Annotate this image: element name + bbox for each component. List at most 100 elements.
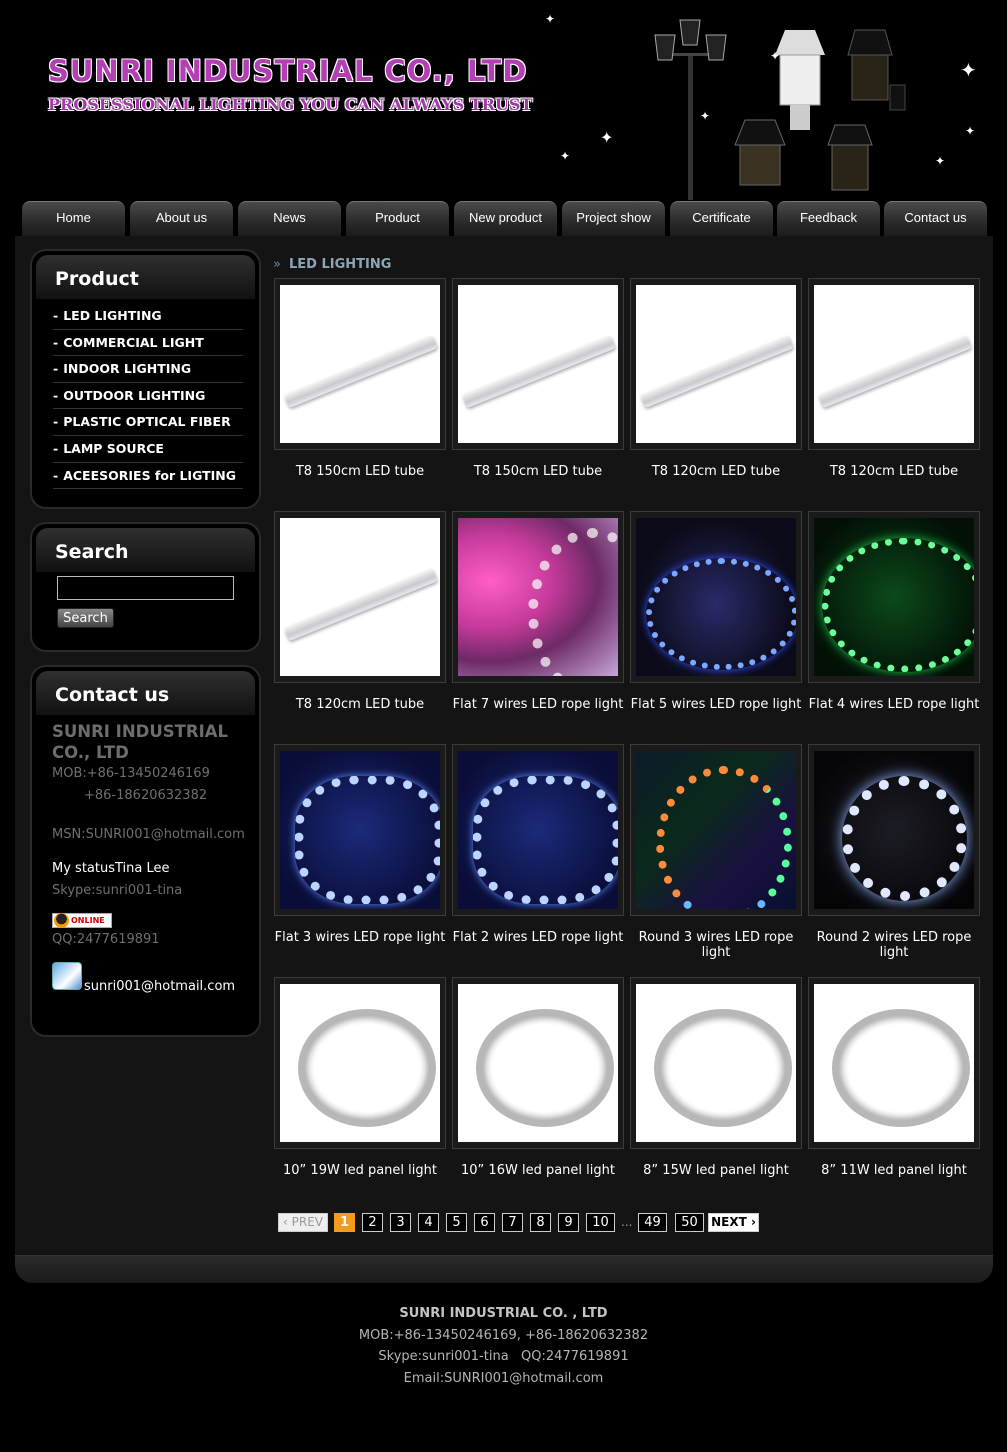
product-name-link[interactable]: 8” 15W led panel light <box>627 1163 805 1178</box>
product-card[interactable] <box>452 977 624 1149</box>
product-card[interactable] <box>452 511 624 683</box>
search-input[interactable] <box>57 576 234 600</box>
category-indoor-lighting[interactable]: - INDOOR LIGHTING <box>53 356 243 383</box>
product-image[interactable] <box>280 285 440 443</box>
contact-skype: Skype:sunri001-tina <box>52 883 183 898</box>
product-card[interactable] <box>274 278 446 450</box>
sparkle-icon: ✦ <box>560 149 571 163</box>
page-button[interactable]: 7 <box>502 1213 523 1232</box>
product-card[interactable] <box>808 511 980 683</box>
qq-online-badge[interactable]: ONLINE <box>52 913 112 928</box>
page-button[interactable]: 10 <box>586 1213 615 1232</box>
product-image[interactable] <box>280 751 440 909</box>
product-card[interactable] <box>630 977 802 1149</box>
sparkle-icon: ✦ <box>935 154 946 168</box>
page-button[interactable]: 1 <box>334 1213 355 1232</box>
product-card[interactable] <box>452 744 624 916</box>
product-image[interactable] <box>814 518 974 676</box>
nav-project-show[interactable]: Project show <box>562 201 665 237</box>
footer-email[interactable]: Email:SUNRI001@hotmail.com <box>0 1368 1007 1390</box>
product-image[interactable] <box>458 984 618 1142</box>
nav-about-us[interactable]: About us <box>130 201 233 237</box>
product-card[interactable] <box>630 511 802 683</box>
product-name-link[interactable]: Flat 5 wires LED rope light <box>627 697 805 712</box>
nav-new-product[interactable]: New product <box>454 201 557 237</box>
nav-news[interactable]: News <box>238 201 341 237</box>
category-commercial-light[interactable]: - COMMERCIAL LIGHT <box>53 330 243 357</box>
category-outdoor-lighting[interactable]: - OUTDOOR LIGHTING <box>53 383 243 410</box>
search-button[interactable]: Search <box>57 608 114 628</box>
product-name-link[interactable]: T8 120cm LED tube <box>805 464 983 479</box>
contact-box: Contact us SUNRI INDUSTRIAL CO., LTD MOB… <box>30 665 261 1037</box>
product-name-link[interactable]: Flat 2 wires LED rope light <box>449 930 627 945</box>
product-name-link[interactable]: Flat 4 wires LED rope light <box>805 697 983 712</box>
product-card[interactable] <box>630 744 802 916</box>
site-footer: SUNRI INDUSTRIAL CO. , LTD MOB:+86-13450… <box>0 1303 1007 1390</box>
product-image[interactable] <box>636 751 796 909</box>
panel-bottom-bar <box>15 1255 993 1283</box>
contact-email-link[interactable]: sunri001@hotmail.com <box>84 979 235 994</box>
page-button[interactable]: 4 <box>418 1213 439 1232</box>
product-image[interactable] <box>814 984 974 1142</box>
product-name-link[interactable]: 10” 16W led panel light <box>449 1163 627 1178</box>
product-name-link[interactable]: Flat 7 wires LED rope light <box>449 697 627 712</box>
category-plastic-optical-fiber[interactable]: - PLASTIC OPTICAL FIBER <box>53 409 243 436</box>
nav-contact-us[interactable]: Contact us <box>884 201 987 237</box>
page-button[interactable]: 5 <box>446 1213 467 1232</box>
product-name-link[interactable]: Round 2 wires LED rope light <box>805 930 983 960</box>
product-name-link[interactable]: T8 150cm LED tube <box>271 464 449 479</box>
product-name-link[interactable]: T8 120cm LED tube <box>627 464 805 479</box>
sparkle-icon: ✦ <box>965 124 976 138</box>
nav-product[interactable]: Product <box>346 201 449 237</box>
company-slogan: PROSESSIONAL LIGHTING YOU CAN ALWAYS TRU… <box>48 95 533 114</box>
pagination-ellipsis: ... <box>621 1215 633 1229</box>
category-accessories[interactable]: - ACEESORIES for LIGTING <box>53 463 243 490</box>
page-button[interactable]: 8 <box>530 1213 551 1232</box>
product-image[interactable] <box>458 751 618 909</box>
product-image[interactable] <box>280 984 440 1142</box>
page-button[interactable]: 2 <box>362 1213 383 1232</box>
product-card[interactable] <box>274 744 446 916</box>
footer-mobile: MOB:+86-13450246169, +86-18620632382 <box>358 1327 649 1343</box>
product-image[interactable] <box>814 285 974 443</box>
page-button[interactable]: 50 <box>675 1213 704 1232</box>
page-button[interactable]: 3 <box>390 1213 411 1232</box>
category-lamp-source[interactable]: - LAMP SOURCE <box>53 436 243 463</box>
page-button[interactable]: 49 <box>638 1213 667 1232</box>
product-name-link[interactable]: Round 3 wires LED rope light <box>627 930 805 960</box>
product-image[interactable] <box>636 984 796 1142</box>
product-card[interactable] <box>808 977 980 1149</box>
product-card[interactable] <box>630 278 802 450</box>
category-led-lighting[interactable]: - LED LIGHTING <box>53 303 243 330</box>
product-card[interactable] <box>808 744 980 916</box>
nav-home[interactable]: Home <box>22 201 125 237</box>
email-icon <box>52 962 82 990</box>
breadcrumb-current[interactable]: LED LIGHTING <box>289 257 391 272</box>
product-image[interactable] <box>458 518 618 676</box>
product-name-link[interactable]: T8 120cm LED tube <box>271 697 449 712</box>
page-button[interactable]: 6 <box>474 1213 495 1232</box>
product-image[interactable] <box>636 285 796 443</box>
product-box-title: Product <box>55 268 139 290</box>
company-logo-title[interactable]: SUNRI INDUSTRIAL CO., LTD <box>48 54 527 88</box>
prev-page-button[interactable]: ‹ PREV <box>278 1213 328 1232</box>
product-name-link[interactable]: T8 150cm LED tube <box>449 464 627 479</box>
next-page-button[interactable]: NEXT › <box>708 1213 759 1232</box>
product-card[interactable] <box>274 511 446 683</box>
product-image[interactable] <box>280 518 440 676</box>
product-card[interactable] <box>808 278 980 450</box>
product-name-link[interactable]: 8” 11W led panel light <box>805 1163 983 1178</box>
product-category-box: Product - LED LIGHTING - COMMERCIAL LIGHT … <box>30 249 261 509</box>
breadcrumb: » LED LIGHTING <box>273 257 391 272</box>
product-name-link[interactable]: 10” 19W led panel light <box>271 1163 449 1178</box>
page-button[interactable]: 9 <box>558 1213 579 1232</box>
nav-feedback[interactable]: Feedback <box>777 201 880 237</box>
main-nav: Home About us News Product New product P… <box>22 201 988 237</box>
nav-certificate[interactable]: Certificate <box>670 201 773 237</box>
product-card[interactable] <box>452 278 624 450</box>
product-image[interactable] <box>636 518 796 676</box>
product-image[interactable] <box>814 751 974 909</box>
product-name-link[interactable]: Flat 3 wires LED rope light <box>271 930 449 945</box>
product-card[interactable] <box>274 977 446 1149</box>
product-image[interactable] <box>458 285 618 443</box>
